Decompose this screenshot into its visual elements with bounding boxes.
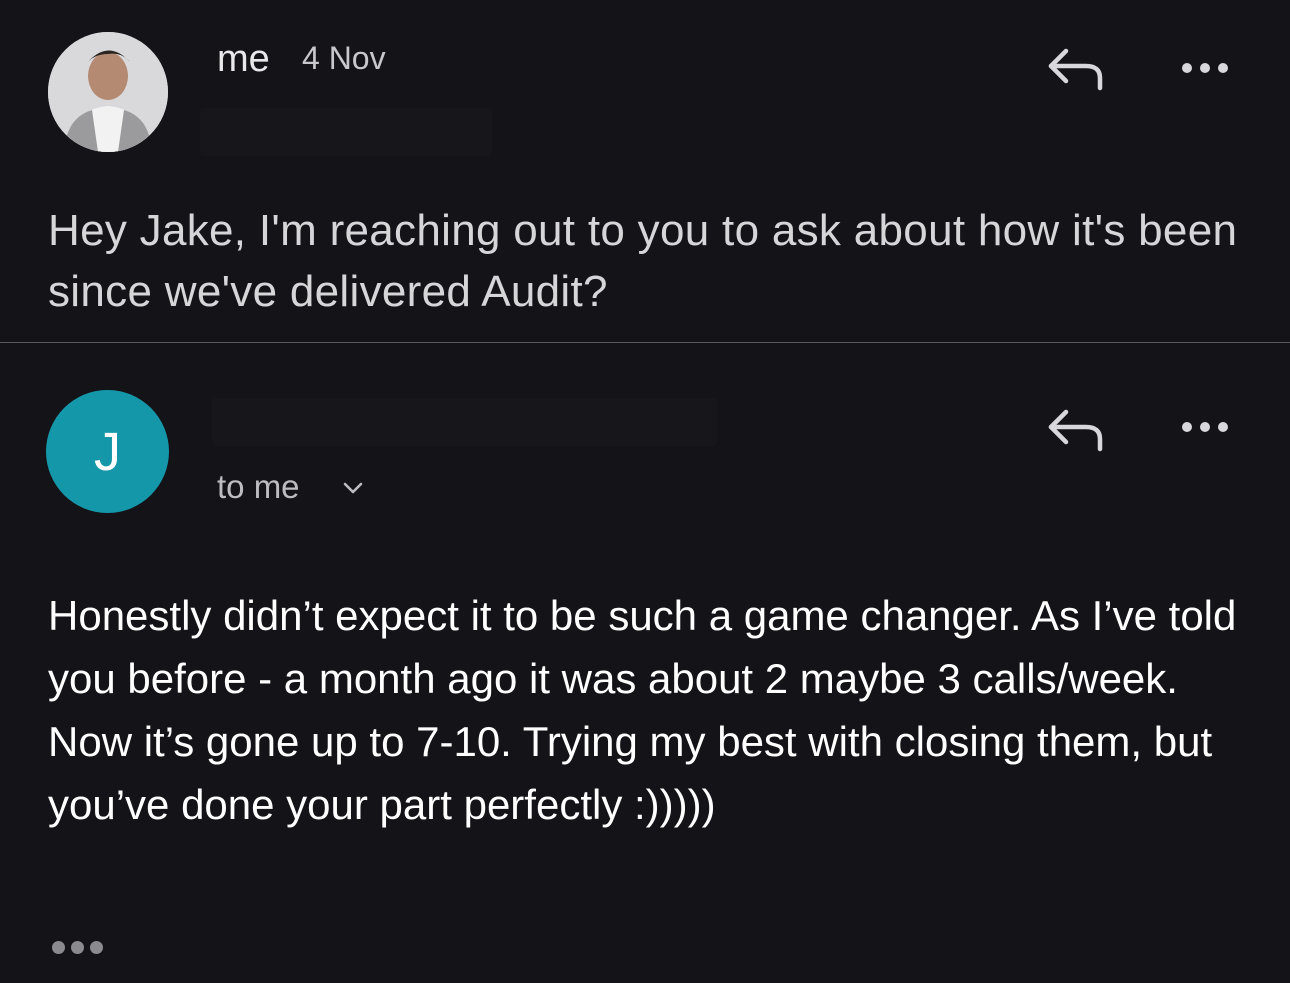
dot [1200,422,1210,432]
more-options-button[interactable] [1182,63,1228,73]
dot [1218,63,1228,73]
dot [1218,422,1228,432]
redacted-recipient [200,108,492,156]
message-date: 4 Nov [302,40,386,76]
person-photo-icon [48,32,168,152]
message-body: Honestly didn’t expect it to be such a g… [48,592,1237,828]
email-message-1: me 4 Nov Hey Jake, I'm reaching out to y… [0,0,1290,342]
redacted-sender [212,398,717,446]
reply-icon[interactable] [1046,406,1104,452]
message-body: Hey Jake, I'm reaching out to you to ask… [48,206,1238,316]
avatar-initial: J [94,421,121,482]
dot [1182,63,1192,73]
sender-name: me [217,38,270,80]
dot [1200,63,1210,73]
sender-avatar[interactable]: J [46,390,169,513]
dot [52,941,65,954]
dot [90,941,103,954]
chevron-down-icon[interactable] [342,480,364,496]
sender-avatar-photo[interactable] [48,32,168,152]
dot [71,941,84,954]
recipient-label[interactable]: to me [217,468,300,506]
email-message-2: J to me Honestly didn’t expect it to be … [0,343,1290,983]
reply-icon[interactable] [1046,45,1104,91]
trimmed-content-icon[interactable] [52,941,103,954]
dot [1182,422,1192,432]
more-options-button[interactable] [1182,422,1228,432]
